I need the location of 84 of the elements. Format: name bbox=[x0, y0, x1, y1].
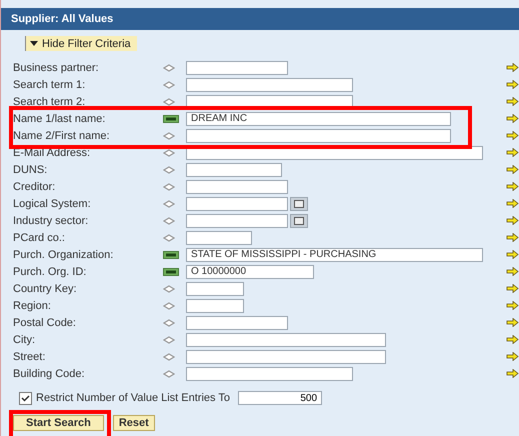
field-label: Building Code: bbox=[13, 368, 85, 380]
operator-icon[interactable] bbox=[163, 352, 175, 360]
input-field[interactable] bbox=[186, 162, 282, 176]
input-field[interactable]: 500 bbox=[238, 391, 322, 405]
input-field[interactable] bbox=[186, 78, 353, 92]
checkbox-label: Restrict Number of Value List Entries To bbox=[36, 392, 230, 404]
arrow-icon[interactable] bbox=[506, 97, 519, 106]
input-field[interactable] bbox=[186, 282, 244, 296]
caret-icon bbox=[30, 41, 38, 46]
field-label: Purch. Org. ID: bbox=[13, 266, 86, 278]
equals-operator-icon[interactable] bbox=[163, 250, 179, 258]
arrow-icon[interactable] bbox=[506, 250, 519, 259]
value-help-button[interactable] bbox=[290, 214, 308, 228]
equals-operator-icon[interactable] bbox=[163, 114, 179, 122]
input-field[interactable] bbox=[186, 196, 288, 210]
operator-icon[interactable] bbox=[163, 216, 175, 224]
field-label: Region: bbox=[13, 300, 51, 312]
field-label: Country Key: bbox=[13, 282, 77, 294]
input-field[interactable] bbox=[186, 316, 288, 330]
input-field[interactable] bbox=[186, 298, 244, 312]
operator-icon[interactable] bbox=[163, 80, 175, 88]
arrow-icon[interactable] bbox=[506, 369, 519, 378]
operator-icon[interactable] bbox=[163, 132, 175, 140]
operator-icon[interactable] bbox=[163, 370, 175, 378]
checkmark-icon bbox=[21, 394, 30, 402]
operator-icon[interactable] bbox=[163, 336, 175, 344]
arrow-icon[interactable] bbox=[506, 80, 519, 89]
operator-icon[interactable] bbox=[163, 302, 175, 310]
field-label: Purch. Organization: bbox=[13, 248, 114, 260]
panel-title: Supplier: All Values bbox=[1, 8, 519, 30]
arrow-icon[interactable] bbox=[506, 318, 519, 327]
operator-icon[interactable] bbox=[163, 284, 175, 292]
field-label: Postal Code: bbox=[13, 316, 76, 328]
input-field[interactable] bbox=[186, 128, 451, 142]
arrow-icon[interactable] bbox=[506, 233, 519, 242]
operator-icon[interactable] bbox=[163, 64, 175, 72]
field-label: Search term 2: bbox=[13, 96, 86, 108]
input-field[interactable]: O 10000000 bbox=[186, 264, 314, 278]
operator-icon[interactable] bbox=[163, 318, 175, 326]
operator-icon[interactable] bbox=[163, 148, 175, 156]
input-field[interactable] bbox=[186, 180, 288, 194]
arrow-icon[interactable] bbox=[506, 114, 519, 123]
input-field[interactable] bbox=[186, 350, 386, 364]
field-label: Business partner: bbox=[13, 62, 99, 74]
input-field[interactable] bbox=[186, 366, 353, 380]
input-field[interactable] bbox=[186, 214, 288, 228]
arrow-icon[interactable] bbox=[506, 352, 519, 361]
checkbox[interactable] bbox=[19, 392, 32, 404]
input-field[interactable] bbox=[186, 60, 288, 74]
field-label: Name 2/First name: bbox=[13, 130, 110, 142]
arrow-icon[interactable] bbox=[506, 165, 519, 174]
search-button[interactable]: Start Search bbox=[13, 415, 104, 431]
arrow-icon[interactable] bbox=[506, 131, 519, 140]
field-label: PCard co.: bbox=[13, 232, 65, 244]
field-label: City: bbox=[13, 334, 35, 346]
operator-icon[interactable] bbox=[163, 182, 175, 190]
arrow-icon[interactable] bbox=[506, 267, 519, 276]
input-field[interactable]: STATE OF MISSISSIPPI - PURCHASING bbox=[186, 248, 483, 262]
arrow-icon[interactable] bbox=[506, 335, 519, 344]
reset-button[interactable]: Reset bbox=[112, 415, 155, 431]
operator-icon[interactable] bbox=[163, 200, 175, 208]
input-field[interactable] bbox=[186, 332, 386, 346]
arrow-icon[interactable] bbox=[506, 284, 519, 293]
arrow-icon[interactable] bbox=[506, 182, 519, 191]
field-label: Creditor: bbox=[13, 180, 56, 192]
arrow-icon[interactable] bbox=[506, 199, 519, 208]
field-label: DUNS: bbox=[13, 164, 48, 176]
value-help-button[interactable] bbox=[290, 196, 308, 210]
equals-operator-icon[interactable] bbox=[163, 268, 179, 276]
operator-icon[interactable] bbox=[163, 166, 175, 174]
field-label: Industry sector: bbox=[13, 214, 88, 226]
input-field[interactable] bbox=[186, 230, 252, 244]
arrow-icon[interactable] bbox=[506, 63, 519, 72]
field-label: Street: bbox=[13, 350, 46, 362]
arrow-icon[interactable] bbox=[506, 148, 519, 157]
input-field[interactable]: DREAM INC bbox=[186, 112, 451, 126]
filter-toggle-button[interactable]: Hide Filter Criteria bbox=[25, 36, 137, 51]
arrow-icon[interactable] bbox=[506, 301, 519, 310]
operator-icon[interactable] bbox=[163, 234, 175, 242]
arrow-icon[interactable] bbox=[506, 216, 519, 225]
field-label: Name 1/last name: bbox=[13, 112, 106, 124]
operator-icon[interactable] bbox=[163, 98, 175, 106]
field-label: Search term 1: bbox=[13, 78, 86, 90]
field-label: Logical System: bbox=[13, 198, 91, 210]
